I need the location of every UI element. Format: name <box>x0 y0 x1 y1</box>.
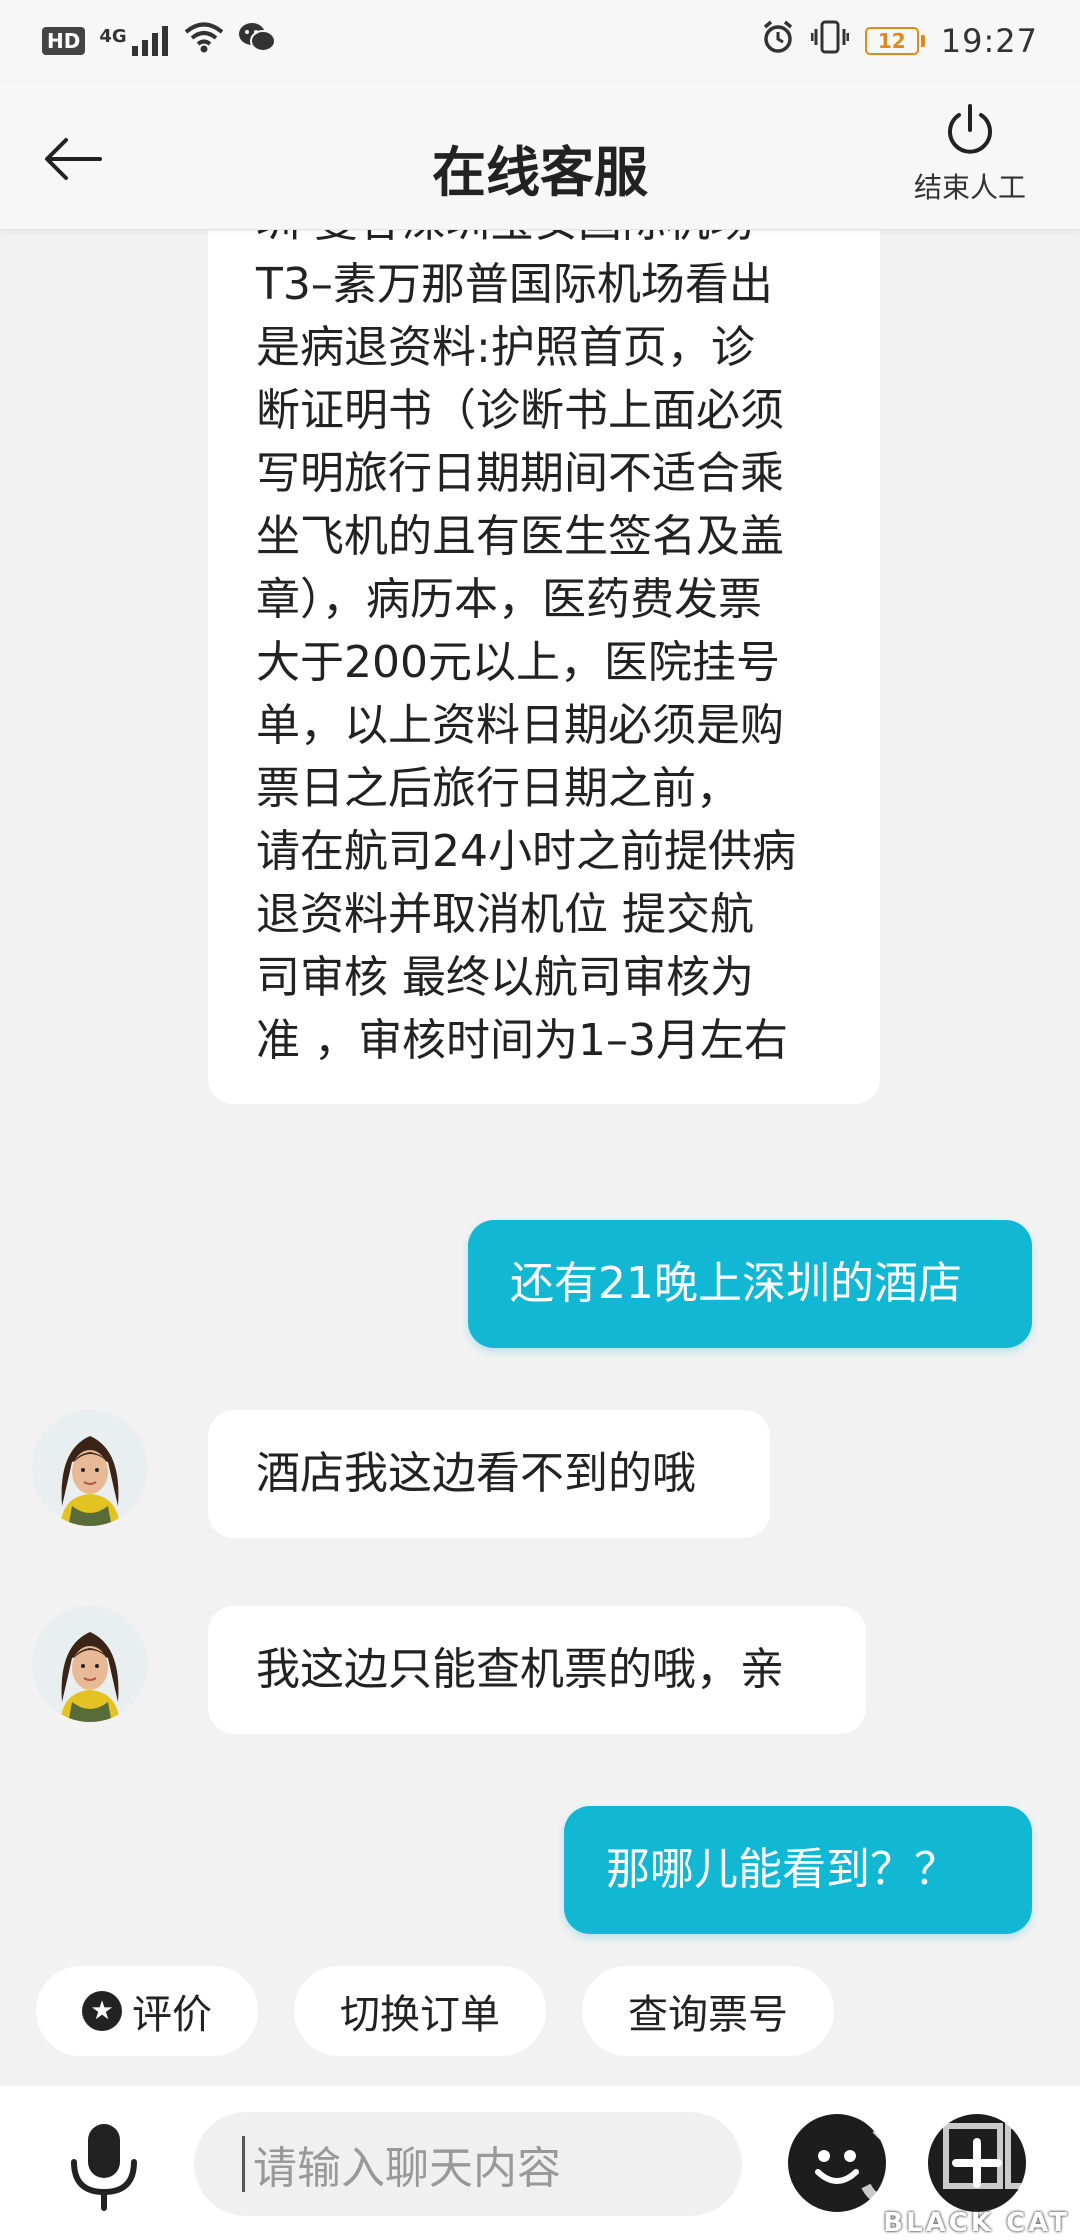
message-line: 章），病历本，医药费发票 <box>256 574 762 625</box>
quick-actions: ★ 评价 切换订单 查询票号 <box>0 1966 1080 2058</box>
agent-avatar[interactable] <box>32 1606 148 1722</box>
black-cat-watermark: BLACK CAT <box>856 2106 1080 2240</box>
vibrate-icon <box>810 20 850 62</box>
agent-message-bubble: 圳 曼谷深圳宝安国际机场 T3–素万那普国际机场看出 是病退资料:护照首页，诊 … <box>208 230 880 1104</box>
query-ticket-number-chip[interactable]: 查询票号 <box>582 1966 834 2056</box>
message-line: 圳 曼谷深圳宝安国际机场 <box>256 230 834 253</box>
message-line: 大于200元以上，医院挂号 <box>256 637 780 688</box>
alarm-icon <box>761 20 795 62</box>
agent-avatar[interactable] <box>32 1410 148 1526</box>
chip-label: 切换订单 <box>340 1992 500 2038</box>
chat-input[interactable]: 请输入聊天内容 <box>194 2112 742 2216</box>
hd-icon: HD <box>42 27 86 55</box>
status-bar: HD 4G 12 19:27 <box>0 0 1080 82</box>
agent-message-bubble: 酒店我这边看不到的哦 <box>208 1410 770 1538</box>
chat-message-list[interactable]: 圳 曼谷深圳宝安国际机场 T3–素万那普国际机场看出 是病退资料:护照首页，诊 … <box>0 230 1080 1960</box>
end-human-service-button[interactable]: 结束人工 <box>890 100 1050 220</box>
power-icon <box>948 104 992 154</box>
message-line: 请在航司24小时之前提供病 <box>256 826 796 877</box>
rate-chip[interactable]: ★ 评价 <box>36 1966 258 2056</box>
chip-label: 评价 <box>132 1992 212 2038</box>
wifi-icon <box>184 21 224 61</box>
clock: 19:27 <box>940 22 1038 60</box>
message-line: 退资料并取消机位 提交航 <box>256 889 754 940</box>
header: 在线客服 结束人工 <box>0 82 1080 230</box>
agent-message-bubble: 我这边只能查机票的哦，亲 <box>208 1606 866 1734</box>
message-line: 断证明书（诊断书上面必须 <box>256 385 784 436</box>
chip-label: 查询票号 <box>628 1992 788 2038</box>
message-line: 票日之后旅行日期之前， <box>256 763 740 814</box>
message-text: 酒店我这边看不到的哦 <box>256 1448 696 1499</box>
message-text: 还有21晚上深圳的酒店 <box>510 1258 962 1309</box>
message-line: 坐飞机的且有医生签名及盖 <box>256 511 784 562</box>
message-text: 我这边只能查机票的哦，亲 <box>256 1644 784 1695</box>
message-line: T3–素万那普国际机场看出 <box>256 259 773 310</box>
end-human-service-label: 结束人工 <box>913 171 1026 204</box>
agent-portrait-icon <box>32 1410 148 1526</box>
message-line: 是病退资料:护照首页，诊 <box>256 322 755 373</box>
microphone-icon <box>71 2124 137 2211</box>
star-icon: ★ <box>82 1991 122 2031</box>
voice-input-button[interactable] <box>66 2122 142 2212</box>
wechat-icon <box>238 21 276 61</box>
battery-level: 12 <box>877 29 906 53</box>
watermark-text: BLACK CAT <box>883 2208 1070 2238</box>
text-caret <box>242 2136 245 2192</box>
customer-service-chat-screen: { "status_bar": { "hd": "HD", "network":… <box>0 0 1080 2240</box>
switch-order-chip[interactable]: 切换订单 <box>294 1966 546 2056</box>
message-line: 单，以上资料日期必须是购 <box>256 700 784 751</box>
user-message-bubble: 那哪儿能看到？？ <box>564 1806 1032 1934</box>
battery-icon: 12 <box>864 27 925 55</box>
chat-input-placeholder: 请输入聊天内容 <box>253 2143 561 2194</box>
user-message-bubble: 还有21晚上深圳的酒店 <box>468 1220 1032 1348</box>
signal-icon: 4G <box>99 26 169 56</box>
network-type: 4G <box>99 26 127 47</box>
message-line: 准 ，审核时间为1–3月左右 <box>256 1015 788 1066</box>
message-line: 司审核 最终以航司审核为 <box>256 952 754 1003</box>
message-text: 那哪儿能看到？？ <box>606 1844 958 1895</box>
message-line: 写明旅行日期期间不适合乘 <box>256 448 784 499</box>
cat-logo-icon <box>861 2123 1065 2205</box>
agent-portrait-icon <box>32 1606 148 1722</box>
